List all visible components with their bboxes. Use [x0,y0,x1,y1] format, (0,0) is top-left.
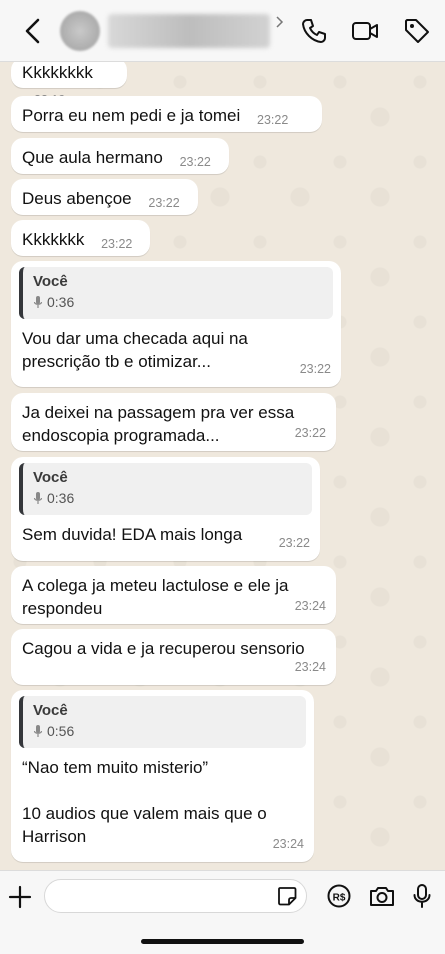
quoted-author: Você [33,469,68,486]
chat-header [0,0,445,62]
message-text: Cagou a vida e ja recuperou sensorio [22,639,305,658]
plus-icon[interactable] [8,885,32,909]
message-time: 23:22 [148,196,180,210]
message-bubble[interactable]: Cagou a vida e ja recuperou sensorio 23:… [11,629,336,685]
svg-text:R$: R$ [333,893,346,904]
contact-name-redacted[interactable] [108,14,270,48]
quoted-author: Você [33,273,68,290]
message-text: Porra eu nem pedi e ja tomei [22,106,241,125]
message-text: Ja deixei na passagem pra ver essa endos… [22,403,295,445]
message-time: 23:24 [294,660,326,674]
home-indicator [141,939,304,944]
message-time: 23:22 [294,426,326,440]
microphone-icon [33,492,43,504]
quoted-duration: 0:36 [47,294,75,310]
message-time: 23:22 [257,113,289,127]
message-text: Kkkkkkk [22,230,85,249]
message-bubble[interactable]: Que aula hermano 23:22 [11,138,229,174]
reply-message-bubble[interactable]: Você 0:36 Sem duvida! EDA mais longa 23:… [11,457,320,561]
quoted-voice-message[interactable]: Você 0:36 [19,463,312,515]
message-text: Deus abençoe [22,189,132,208]
message-time: 23:24 [272,837,304,851]
message-bubble[interactable]: Deus abençoe 23:22 [11,179,198,215]
message-bubble[interactable]: Kkkkkkkk 23:19 [11,62,127,107]
quoted-duration: 0:56 [47,723,75,739]
quoted-voice-message[interactable]: Você 0:36 [19,267,333,319]
tag-icon[interactable] [403,17,431,45]
quoted-voice-message[interactable]: Você 0:56 [19,696,306,748]
quoted-author: Você [33,702,68,719]
reply-message-bubble[interactable]: Você 0:36 Vou dar uma checada aqui na pr… [11,261,341,387]
message-time: 23:22 [179,155,211,169]
chevron-left-icon[interactable] [20,16,46,46]
message-text: Que aula hermano [22,148,163,167]
message-text: Kkkkkkkk [22,63,93,82]
message-time: 23:22 [278,536,310,550]
camera-icon[interactable] [368,883,396,909]
chevron-right-icon [276,16,284,28]
message-time: 23:24 [294,599,326,613]
video-camera-icon[interactable] [351,17,379,45]
microphone-icon[interactable] [411,883,433,909]
message-text: Vou dar uma checada aqui na prescrição t… [22,329,248,371]
message-input[interactable] [44,879,307,913]
pix-icon[interactable]: R$ [326,883,352,909]
microphone-icon [33,725,43,737]
message-bubble[interactable]: A colega ja meteu lactulose e ele ja res… [11,566,336,624]
message-bubble[interactable]: Kkkkkkk 23:22 [11,220,150,256]
message-text: A colega ja meteu lactulose e ele ja res… [22,576,289,618]
quoted-duration: 0:36 [47,490,75,506]
message-time: 23:22 [299,362,331,376]
reply-message-bubble[interactable]: Você 0:56 “Nao tem muito misterio” 10 au… [11,690,314,862]
sticker-icon[interactable] [276,885,298,907]
avatar[interactable] [60,11,100,51]
message-bubble[interactable]: Porra eu nem pedi e ja tomei 23:22 [11,96,322,132]
chat-area[interactable]: Kkkkkkkk 23:19 Porra eu nem pedi e ja to… [0,62,445,870]
message-text: Sem duvida! EDA mais longa [22,525,243,544]
message-text: “Nao tem muito misterio” 10 audios que v… [22,758,267,846]
microphone-icon [33,296,43,308]
message-bubble[interactable]: Ja deixei na passagem pra ver essa endos… [11,393,336,451]
message-time: 23:22 [101,237,133,251]
phone-icon[interactable] [300,17,328,45]
